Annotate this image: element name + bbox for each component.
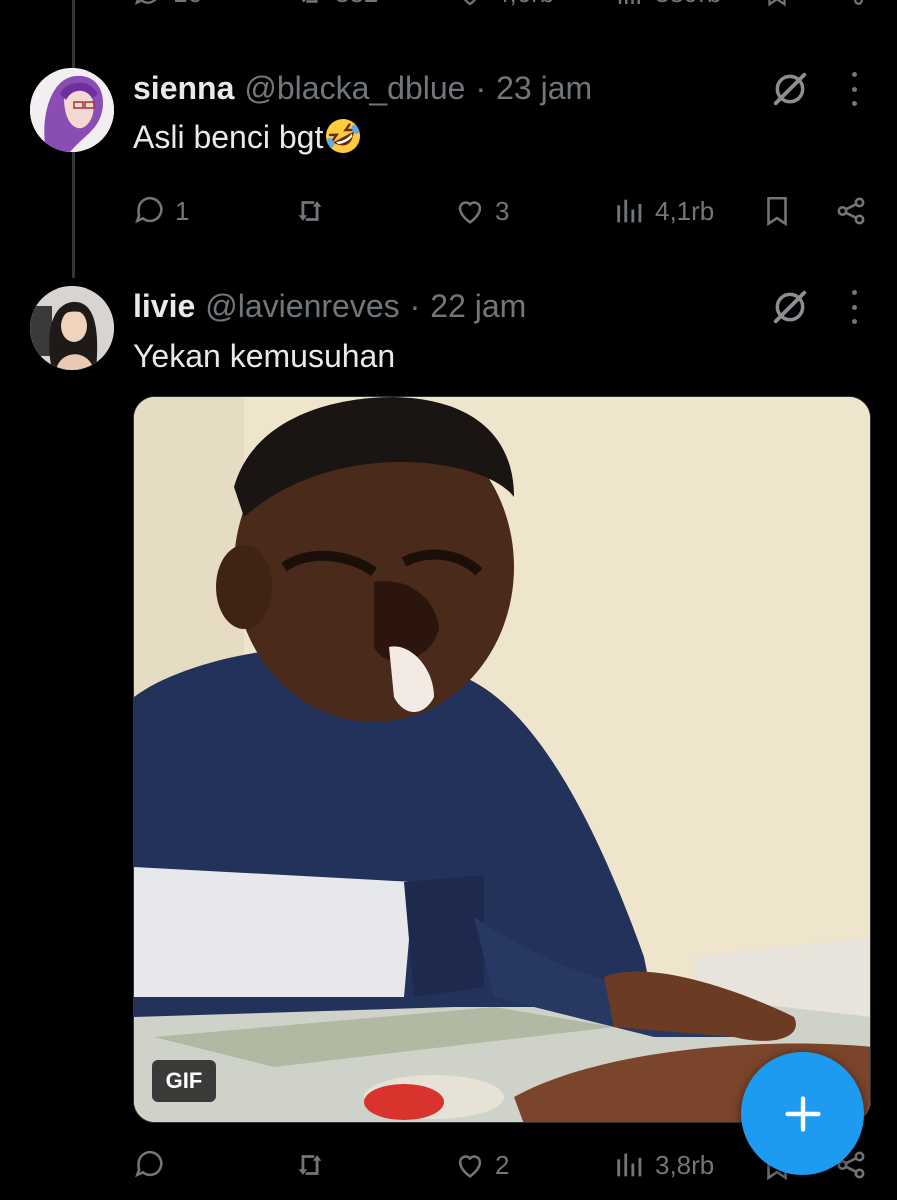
gif-preview-image [134,397,870,1122]
display-name[interactable]: livie [133,286,195,326]
heart-icon [458,1155,482,1178]
like-count: 2 [495,1149,510,1180]
compose-button[interactable] [741,1052,864,1175]
reply-thread-view: 16 332 4,6rb 389rb [0,0,897,1200]
more-options-icon[interactable] [848,290,860,324]
tweet-text: Yekan kemusuhan [133,338,396,374]
tweet-livie[interactable]: livie @lavienreves · 22 jam Yekan kemusu… [0,0,897,1200]
separator: · [409,288,421,324]
plus-icon [784,1095,821,1132]
tweet-header: livie @lavienreves · 22 jam [133,286,526,326]
avatar-image [30,286,114,370]
views-count: 3,8rb [655,1149,715,1180]
tweet-media-gif[interactable]: GIF [133,396,871,1123]
views-icon [617,1153,642,1177]
repost-icon [298,1155,322,1175]
like-button[interactable]: 2 [453,1148,509,1182]
timestamp[interactable]: 22 jam [430,286,526,326]
repost-button[interactable] [293,1148,335,1182]
avatar[interactable] [30,286,114,370]
gif-badge: GIF [152,1060,216,1102]
user-handle[interactable]: @lavienreves [205,286,399,326]
views-button[interactable]: 3,8rb [613,1148,714,1182]
grok-icon[interactable] [771,288,809,326]
reply-button[interactable] [133,1148,175,1182]
reply-icon [135,1150,163,1178]
